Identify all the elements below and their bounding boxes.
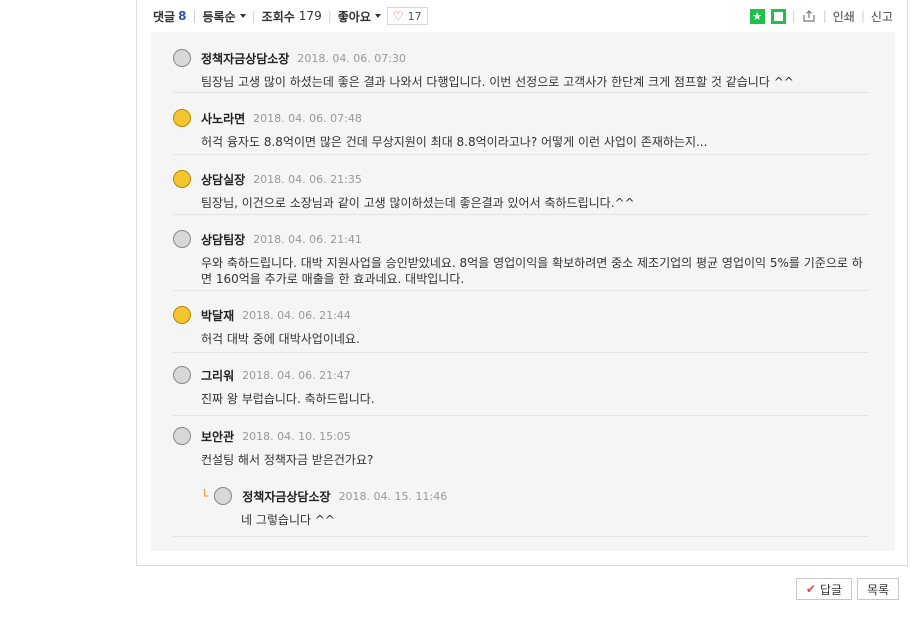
avatar[interactable] bbox=[173, 49, 191, 67]
comments-count: 8 bbox=[178, 9, 187, 23]
comment-section: 댓글 8 | 등록순 | 조회수 179 | 좋아요 ♡ 17 ★ | | 인쇄… bbox=[136, 0, 908, 566]
reply-date: 2018. 04. 15. 11:46 bbox=[338, 489, 448, 503]
comment-author[interactable]: 그리워 bbox=[201, 367, 234, 384]
comment-author[interactable]: 사노라면 bbox=[201, 110, 245, 127]
comment-date: 2018. 04. 06. 21:35 bbox=[253, 172, 362, 186]
divider: | bbox=[822, 9, 827, 23]
comment-item: 보안관 2018. 04. 10. 15:05 컨설팅 해서 정책자금 받은건가… bbox=[173, 426, 869, 537]
comment-toolbar: 댓글 8 | 등록순 | 조회수 179 | 좋아요 ♡ 17 ★ | | 인쇄… bbox=[153, 6, 893, 26]
comment-item: 정책자금상담소장 2018. 04. 06. 07:30 팀장님 고생 많이 하… bbox=[173, 48, 869, 93]
comment-date: 2018. 04. 06. 21:44 bbox=[242, 308, 351, 322]
avatar[interactable] bbox=[214, 487, 233, 505]
print-link[interactable]: 인쇄 bbox=[833, 8, 855, 25]
comment-item: 그리워 2018. 04. 06. 21:47 진짜 왕 부럽습니다. 축하드립… bbox=[173, 365, 869, 416]
like-button[interactable]: ♡ 17 bbox=[386, 7, 428, 25]
comment-item: 사노라면 2018. 04. 06. 07:48 허걱 융자도 8.8억이면 많… bbox=[173, 108, 869, 155]
comment-item: 박달재 2018. 04. 06. 21:44 허걱 대박 중에 대박사업이네요… bbox=[173, 305, 869, 353]
avatar[interactable] bbox=[173, 306, 191, 324]
comment-text: 허걱 융자도 8.8억이면 많은 건데 무상지원이 최대 8.8억이라고나? 어… bbox=[201, 135, 708, 149]
comment-date: 2018. 04. 10. 15:05 bbox=[242, 429, 351, 443]
report-link[interactable]: 신고 bbox=[871, 8, 893, 25]
right-tools: ★ | | 인쇄 | 신고 bbox=[749, 8, 893, 25]
divider: | bbox=[860, 9, 865, 23]
comment-author[interactable]: 보안관 bbox=[201, 428, 234, 445]
list-button-label: 목록 bbox=[866, 582, 890, 597]
comment-date: 2018. 04. 06. 21:47 bbox=[242, 368, 351, 382]
comment-author[interactable]: 상담팀장 bbox=[201, 231, 245, 248]
comment-text: 팀장님, 이건으로 소장님과 같이 고생 많이하셨는데 좋은결과 있어서 축하드… bbox=[201, 196, 635, 210]
views-count: 179 bbox=[298, 9, 322, 23]
likes-label: 좋아요 bbox=[337, 9, 371, 24]
comment-author[interactable]: 박달재 bbox=[201, 307, 234, 324]
reply-button-label: 답글 bbox=[819, 582, 843, 597]
divider: | bbox=[251, 9, 256, 23]
comment-date: 2018. 04. 06. 07:30 bbox=[297, 51, 406, 65]
comment-text: 팀장님 고생 많이 하셨는데 좋은 결과 나와서 다행입니다. 이번 선정으로 … bbox=[201, 75, 794, 89]
comment-item: 상담팀장 2018. 04. 06. 21:41 우와 축하드립니다. 대박 지… bbox=[173, 229, 869, 291]
comment-item: 상담실장 2018. 04. 06. 21:35 팀장님, 이건으로 소장님과 … bbox=[173, 169, 869, 215]
avatar[interactable] bbox=[173, 366, 191, 384]
like-count: 17 bbox=[407, 9, 422, 23]
comment-author[interactable]: 상담실장 bbox=[201, 171, 245, 188]
avatar[interactable] bbox=[173, 170, 191, 188]
comments-label: 댓글 bbox=[153, 9, 176, 24]
heart-icon: ♡ bbox=[392, 9, 404, 23]
check-icon: ✔ bbox=[805, 582, 816, 596]
reply-text: 네 그렇습니다 ^^ bbox=[241, 513, 335, 527]
views-label: 조회수 bbox=[261, 9, 295, 24]
comment-author[interactable]: 정책자금상담소장 bbox=[201, 50, 289, 67]
reply-button[interactable]: ✔ 답글 bbox=[796, 578, 852, 600]
avatar[interactable] bbox=[173, 109, 191, 127]
star-icon[interactable]: ★ bbox=[749, 8, 765, 24]
caret-down-icon bbox=[374, 14, 381, 18]
sort-label: 등록순 bbox=[202, 9, 236, 24]
comment-list: 정책자금상담소장 2018. 04. 06. 07:30 팀장님 고생 많이 하… bbox=[151, 32, 895, 551]
comment-date: 2018. 04. 06. 07:48 bbox=[253, 111, 362, 125]
comment-text: 컨설팅 해서 정책자금 받은건가요? bbox=[201, 453, 374, 467]
comment-text: 허걱 대박 중에 대박사업이네요. bbox=[201, 332, 360, 346]
reply-author[interactable]: 정책자금상담소장 bbox=[242, 488, 330, 505]
comment-text: 우와 축하드립니다. 대박 지원사업을 승인받았네요. 8억을 영업이익을 확보… bbox=[201, 256, 863, 286]
reply-item: └ 정책자금상담소장 2018. 04. 15. 11:46 네 그렇습니다 ^… bbox=[201, 486, 869, 528]
share-icon[interactable] bbox=[802, 9, 817, 24]
list-button[interactable]: 목록 bbox=[857, 578, 899, 600]
comment-text: 진짜 왕 부럽습니다. 축하드립니다. bbox=[201, 392, 375, 406]
divider: | bbox=[327, 9, 332, 23]
avatar[interactable] bbox=[173, 230, 191, 248]
divider: | bbox=[192, 9, 197, 23]
reply-arrow-icon: └ bbox=[201, 489, 209, 503]
caret-down-icon bbox=[239, 14, 246, 18]
bookmark-icon[interactable] bbox=[770, 8, 786, 24]
comment-date: 2018. 04. 06. 21:41 bbox=[253, 232, 362, 246]
likes-dropdown[interactable]: 좋아요 bbox=[338, 8, 381, 25]
avatar[interactable] bbox=[173, 427, 191, 445]
divider: | bbox=[791, 9, 796, 23]
sort-dropdown[interactable]: 등록순 bbox=[203, 8, 246, 25]
